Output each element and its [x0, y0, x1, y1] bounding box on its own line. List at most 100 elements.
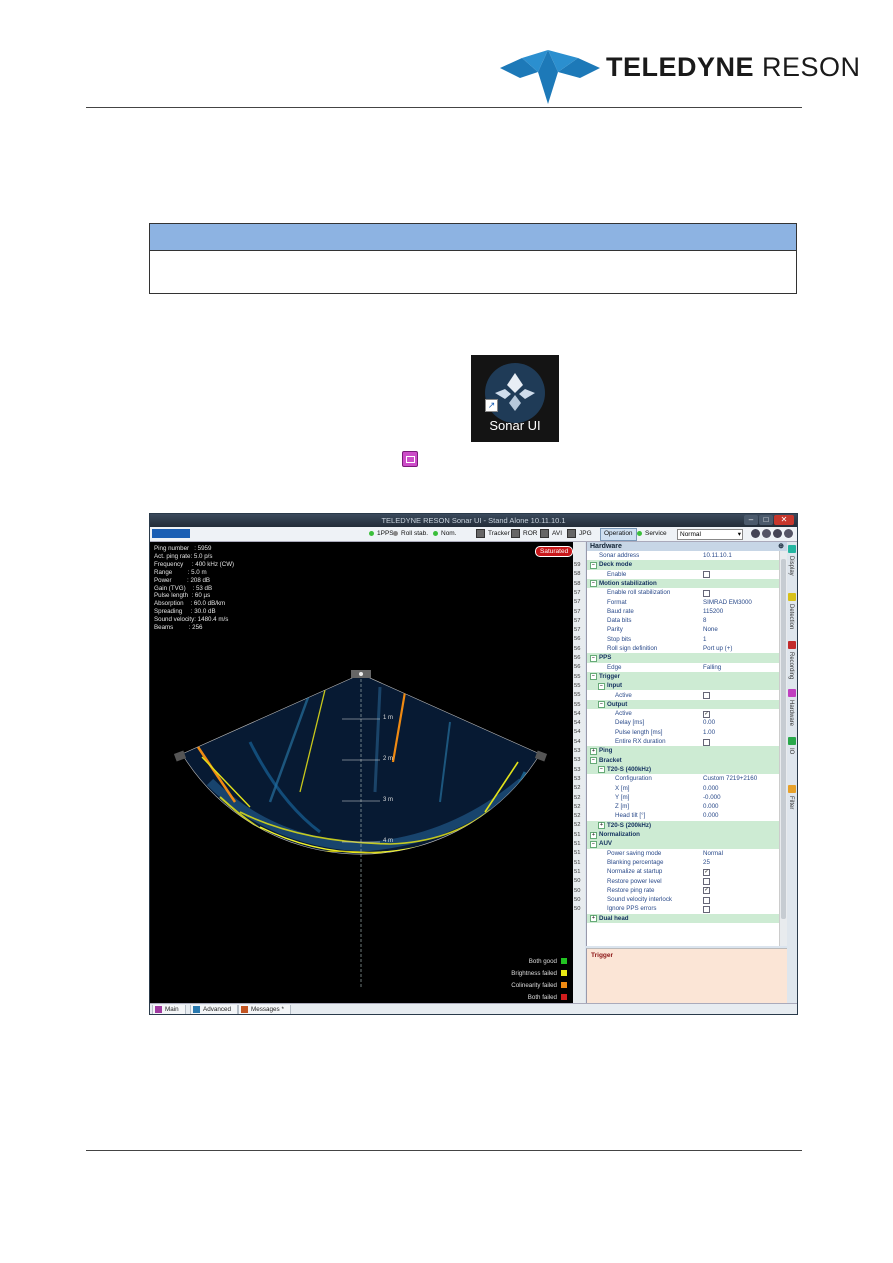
- collapse-icon[interactable]: −: [590, 757, 597, 765]
- pin-icon[interactable]: ⊕: [778, 542, 784, 551]
- settings-section[interactable]: − Bracket: [587, 755, 779, 765]
- settings-row[interactable]: Ignore PPS errors: [587, 904, 779, 913]
- settings-checkbox[interactable]: ✓: [703, 887, 710, 895]
- settings-checkbox[interactable]: ✓: [703, 868, 710, 876]
- sonar-display[interactable]: 1 m 2 m 3 m 4 m Ping number : 5959 Act. …: [150, 542, 574, 1003]
- minimize-button[interactable]: –: [744, 515, 758, 525]
- expand-icon[interactable]: +: [598, 822, 605, 830]
- settings-row[interactable]: Enable roll stabilization: [587, 588, 779, 597]
- settings-row[interactable]: Entire RX duration: [587, 737, 779, 746]
- settings-value[interactable]: Port up (+): [703, 644, 732, 653]
- settings-value[interactable]: Falling: [703, 663, 721, 672]
- bottom-tab-messages[interactable]: Messages *: [238, 1005, 291, 1014]
- settings-icon[interactable]: [762, 529, 771, 538]
- settings-value[interactable]: SIMRAD EM3000: [703, 598, 752, 607]
- settings-value[interactable]: -0.000: [703, 793, 721, 802]
- maximize-button[interactable]: □: [759, 515, 773, 525]
- side-tab-hardware[interactable]: Hardware: [787, 689, 797, 735]
- settings-row[interactable]: Z [m] 0.000: [587, 802, 779, 811]
- settings-row[interactable]: Normalize at startup ✓: [587, 867, 779, 876]
- collapse-icon[interactable]: −: [590, 654, 597, 662]
- side-tab-filter[interactable]: Filter: [787, 785, 797, 831]
- settings-value[interactable]: 0.00: [703, 718, 715, 727]
- settings-value[interactable]: 0.000: [703, 811, 718, 820]
- settings-section[interactable]: + Normalization: [587, 830, 779, 840]
- settings-row[interactable]: X [m] 0.000: [587, 784, 779, 793]
- tracker-toggle[interactable]: Tracker: [476, 529, 510, 539]
- settings-row[interactable]: Roll sign definition Port up (+): [587, 644, 779, 653]
- settings-value[interactable]: 8: [703, 616, 706, 625]
- collapse-icon[interactable]: −: [598, 701, 605, 709]
- settings-section[interactable]: − Motion stabilization: [587, 578, 779, 589]
- close-button[interactable]: ✕: [774, 515, 794, 525]
- settings-row[interactable]: Format SIMRAD EM3000: [587, 598, 779, 607]
- collapse-icon[interactable]: −: [598, 682, 605, 690]
- tab-operation[interactable]: Operation: [600, 528, 637, 541]
- settings-checkbox[interactable]: ✓: [703, 710, 710, 718]
- settings-row[interactable]: Pulse length [ms] 1.00: [587, 728, 779, 737]
- panel-scrollbar[interactable]: [779, 551, 787, 946]
- settings-row[interactable]: Head tilt [°] 0.000: [587, 811, 779, 820]
- settings-value[interactable]: 10.11.10.1: [703, 551, 732, 560]
- settings-section[interactable]: − AUV: [587, 839, 779, 849]
- sonar-ui-shortcut[interactable]: ↗ Sonar UI: [471, 355, 559, 442]
- side-tab-recording[interactable]: Recording: [787, 641, 797, 687]
- mode-select[interactable]: Normal ▾: [677, 529, 743, 540]
- settings-value[interactable]: 0.000: [703, 784, 718, 793]
- power-icon[interactable]: [784, 529, 793, 538]
- expand-icon[interactable]: +: [590, 747, 597, 755]
- settings-checkbox[interactable]: [703, 738, 710, 746]
- settings-value[interactable]: 1.00: [703, 728, 715, 737]
- settings-value[interactable]: Normal: [703, 849, 723, 858]
- side-tab-display[interactable]: Display: [787, 545, 797, 591]
- settings-value[interactable]: 115200: [703, 607, 723, 616]
- settings-row[interactable]: Y [m] -0.000: [587, 793, 779, 802]
- settings-checkbox[interactable]: [703, 589, 710, 597]
- settings-checkbox[interactable]: [703, 905, 710, 913]
- settings-checkbox[interactable]: [703, 692, 710, 699]
- settings-value[interactable]: 0.000: [703, 802, 718, 811]
- side-tab-detection[interactable]: Detection: [787, 593, 797, 639]
- hardware-settings-panel[interactable]: Hardware ⊕ Sonar address 10.11.10.1− Deck m…: [586, 542, 787, 946]
- collapse-icon[interactable]: −: [598, 766, 605, 774]
- settings-section[interactable]: + Ping: [587, 746, 779, 756]
- settings-row[interactable]: Edge Falling: [587, 663, 779, 672]
- settings-section[interactable]: − Input: [587, 681, 779, 691]
- collapse-icon[interactable]: −: [590, 673, 597, 681]
- collapse-icon[interactable]: −: [590, 561, 597, 569]
- settings-row[interactable]: Sound velocity interlock: [587, 895, 779, 904]
- expand-icon[interactable]: +: [590, 831, 597, 839]
- settings-section[interactable]: + Dual head: [587, 913, 779, 923]
- settings-row[interactable]: Restore power level: [587, 877, 779, 886]
- help-icon[interactable]: [751, 529, 760, 538]
- settings-row[interactable]: Data bits 8: [587, 616, 779, 625]
- settings-row[interactable]: Enable: [587, 570, 779, 579]
- side-tab-io[interactable]: IO: [787, 737, 797, 783]
- tab-service[interactable]: Service: [637, 529, 667, 539]
- info-icon[interactable]: [773, 529, 782, 538]
- settings-row[interactable]: Configuration Custom 7219+2160: [587, 774, 779, 783]
- collapse-icon[interactable]: −: [590, 580, 597, 588]
- scrollbar-thumb[interactable]: [781, 559, 786, 919]
- settings-value[interactable]: None: [703, 625, 718, 634]
- settings-section[interactable]: − Output: [587, 699, 779, 710]
- settings-value[interactable]: Custom 7219+2160: [703, 774, 757, 783]
- bottom-tab-main[interactable]: Main: [152, 1005, 186, 1014]
- settings-checkbox[interactable]: [703, 878, 710, 885]
- collapse-icon[interactable]: −: [590, 840, 597, 848]
- bottom-tab-advanced[interactable]: Advanced: [190, 1005, 239, 1014]
- title-bar[interactable]: TELEDYNE RESON Sonar UI - Stand Alone 10…: [150, 514, 797, 527]
- settings-row[interactable]: Active: [587, 691, 779, 700]
- settings-value[interactable]: 1: [703, 635, 706, 644]
- settings-row[interactable]: Sonar address 10.11.10.1: [587, 551, 779, 560]
- settings-section[interactable]: − Trigger: [587, 671, 779, 682]
- settings-section[interactable]: − Deck mode: [587, 560, 779, 570]
- settings-row[interactable]: Stop bits 1: [587, 635, 779, 644]
- settings-row[interactable]: Blanking percentage 25: [587, 858, 779, 867]
- expand-icon[interactable]: +: [590, 915, 597, 923]
- settings-checkbox[interactable]: [703, 571, 710, 579]
- settings-checkbox[interactable]: [703, 896, 710, 904]
- settings-row[interactable]: Power saving mode Normal: [587, 849, 779, 858]
- settings-section[interactable]: − PPS: [587, 653, 779, 663]
- settings-section[interactable]: − T20-S (400kHz): [587, 764, 779, 775]
